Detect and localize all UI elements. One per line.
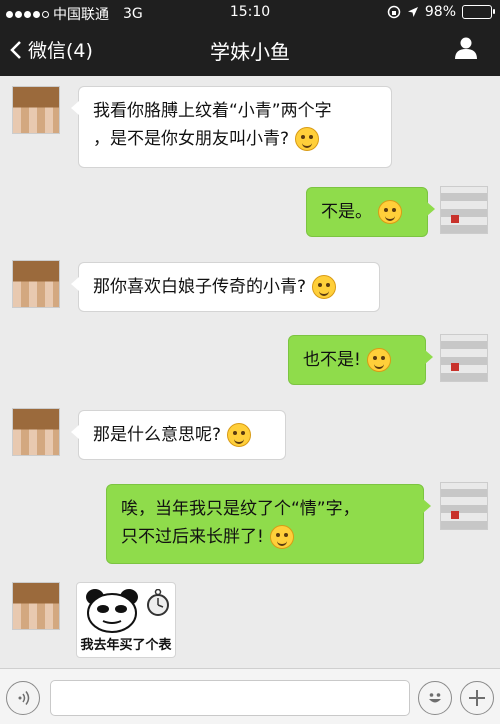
chat-title: 学妹小鱼 bbox=[210, 40, 290, 64]
location-icon bbox=[407, 7, 418, 17]
message-text: 只不过后来长胖了! bbox=[121, 527, 264, 547]
message-text: 那你喜欢白娘子传奇的小青? bbox=[93, 277, 307, 297]
contact-avatar[interactable] bbox=[12, 582, 60, 630]
sticker-message[interactable]: 我去年买了个表 bbox=[76, 582, 176, 658]
status-right: 98% bbox=[387, 4, 495, 20]
smiley-face-icon bbox=[429, 693, 441, 703]
heart-eyes-emoji-icon bbox=[378, 200, 402, 224]
voice-button[interactable] bbox=[6, 681, 40, 715]
contact-info-button[interactable] bbox=[454, 36, 478, 64]
message-bubble-received[interactable]: 我看你胳膊上纹着“小青”两个字 ，是不是你女朋友叫小青? bbox=[71, 86, 392, 168]
chat-area[interactable]: 我看你胳膊上纹着“小青”两个字 ，是不是你女朋友叫小青? 不是。 那你喜欢白娘子… bbox=[0, 76, 500, 668]
message-text: 我看你胳膊上纹着“小青”两个字 bbox=[93, 101, 332, 121]
status-bar: 中国联通 3G 15:10 98% bbox=[0, 0, 500, 24]
more-options-button[interactable] bbox=[460, 681, 494, 715]
message-bubble-received[interactable]: 那你喜欢白娘子传奇的小青? bbox=[71, 262, 380, 312]
battery-percent: 98% bbox=[424, 4, 456, 20]
surprised-emoji-icon bbox=[312, 275, 337, 299]
plus-icon bbox=[469, 690, 485, 706]
message-bubble-sent[interactable]: 唉，当年我只是纹了个“情”字， 只不过后来长胖了! bbox=[106, 484, 431, 564]
contact-avatar[interactable] bbox=[12, 260, 60, 308]
voice-wave-icon bbox=[18, 691, 30, 705]
tears-of-joy-emoji-icon bbox=[269, 525, 294, 549]
input-bar bbox=[0, 668, 500, 724]
message-text: 不是。 bbox=[321, 202, 372, 222]
panda-meme-face-icon bbox=[86, 589, 138, 633]
user-avatar[interactable] bbox=[440, 186, 488, 234]
navigation-bar: 微信(4) 学妹小鱼 bbox=[0, 24, 500, 76]
sticker-caption: 我去年买了个表 bbox=[80, 638, 172, 653]
message-text: ，是不是你女朋友叫小青? bbox=[93, 129, 290, 149]
message-bubble-sent[interactable]: 不是。 bbox=[306, 187, 435, 237]
confused-emoji-icon bbox=[227, 423, 252, 447]
user-avatar[interactable] bbox=[440, 334, 488, 382]
emoji-button[interactable] bbox=[418, 681, 452, 715]
message-bubble-received[interactable]: 那是什么意思呢? bbox=[71, 410, 286, 460]
battery-icon bbox=[462, 5, 495, 19]
sunglasses-emoji-icon bbox=[366, 348, 391, 372]
contact-avatar[interactable] bbox=[12, 408, 60, 456]
user-avatar[interactable] bbox=[440, 482, 488, 530]
message-text: 那是什么意思呢? bbox=[93, 425, 222, 445]
contact-avatar[interactable] bbox=[12, 86, 60, 134]
rotation-lock-icon bbox=[387, 5, 401, 19]
message-text: 唉，当年我只是纹了个“情”字， bbox=[121, 499, 360, 519]
person-icon bbox=[455, 37, 477, 59]
smile-emoji-icon bbox=[295, 127, 320, 151]
pocket-watch-icon bbox=[147, 589, 169, 616]
message-bubble-sent[interactable]: 也不是! bbox=[288, 335, 433, 385]
message-text: 也不是! bbox=[303, 350, 361, 370]
message-input[interactable] bbox=[50, 680, 410, 716]
